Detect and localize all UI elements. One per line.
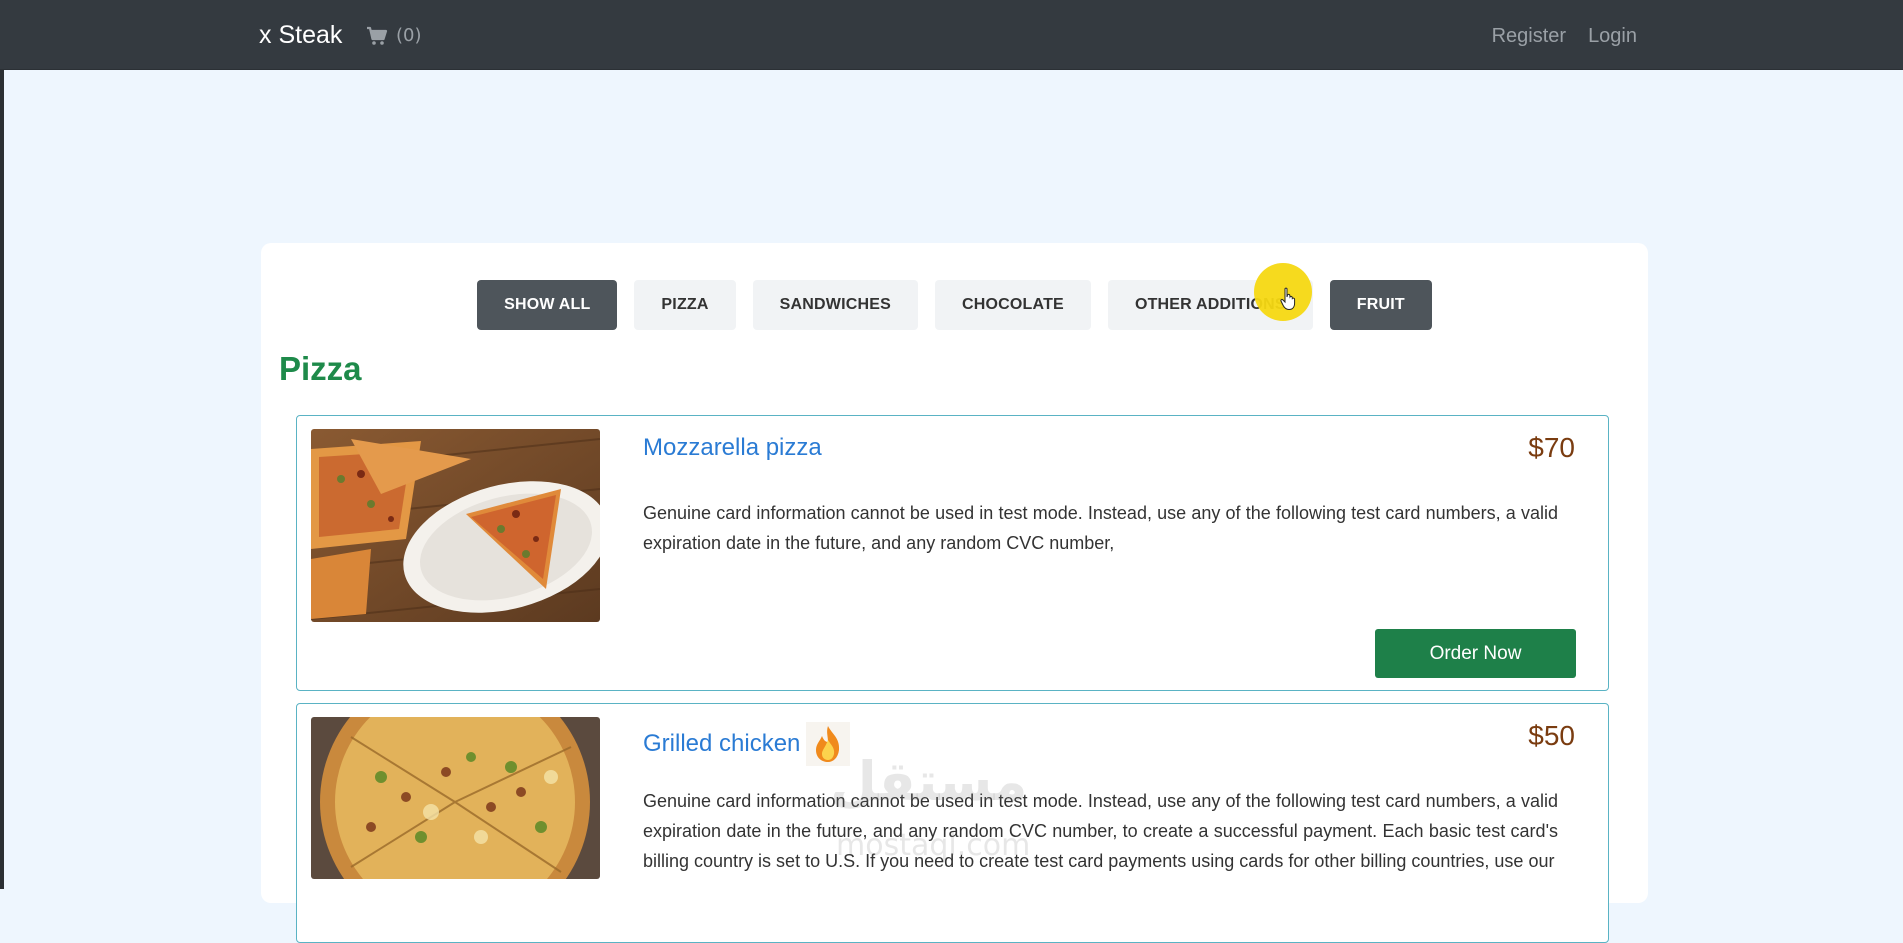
filter-chocolate[interactable]: CHOCOLATE [934, 280, 1091, 330]
hand-cursor-icon [1280, 287, 1296, 311]
product-description: Genuine card information cannot be used … [643, 791, 1558, 871]
product-image [311, 429, 600, 622]
filter-pizza[interactable]: PIZZA [634, 280, 736, 330]
product-card: Grilled chicken $50 Genuine card informa… [296, 703, 1609, 943]
fire-icon [806, 722, 851, 766]
login-link[interactable]: Login [1588, 24, 1637, 48]
product-image [311, 717, 600, 879]
category-filters: SHOW ALL PIZZA SANDWICHES CHOCOLATE OTHE… [261, 280, 1648, 330]
product-price: $70 [1528, 432, 1575, 463]
product-description: Genuine card information cannot be used … [643, 503, 1558, 553]
product-name[interactable]: Grilled chicken [643, 730, 800, 758]
product-name[interactable]: Mozzarella pizza [643, 434, 822, 462]
top-navbar: x Steak (0) Register Login [0, 0, 1903, 70]
product-title[interactable]: Grilled chicken [643, 722, 851, 766]
menu-panel: SHOW ALL PIZZA SANDWICHES CHOCOLATE OTHE… [261, 243, 1648, 943]
order-now-button[interactable]: Order Now [1375, 629, 1576, 678]
filter-sandwiches[interactable]: SANDWICHES [752, 280, 918, 330]
register-link[interactable]: Register [1492, 24, 1566, 48]
auth-links: Register Login [1492, 24, 1637, 48]
filter-fruit[interactable]: FRUIT [1329, 280, 1432, 330]
product-card: Mozzarella pizza $70 Genuine card inform… [296, 415, 1609, 691]
cart-link[interactable]: (0) [366, 24, 422, 48]
product-title[interactable]: Mozzarella pizza [643, 434, 822, 462]
cart-count: (0) [396, 25, 422, 46]
brand-link[interactable]: x Steak [259, 20, 342, 50]
shopping-cart-icon [367, 26, 388, 45]
window-edge [0, 70, 4, 889]
section-title: Pizza [279, 350, 362, 387]
filter-show-all[interactable]: SHOW ALL [477, 280, 618, 330]
product-price: $50 [1528, 720, 1575, 751]
